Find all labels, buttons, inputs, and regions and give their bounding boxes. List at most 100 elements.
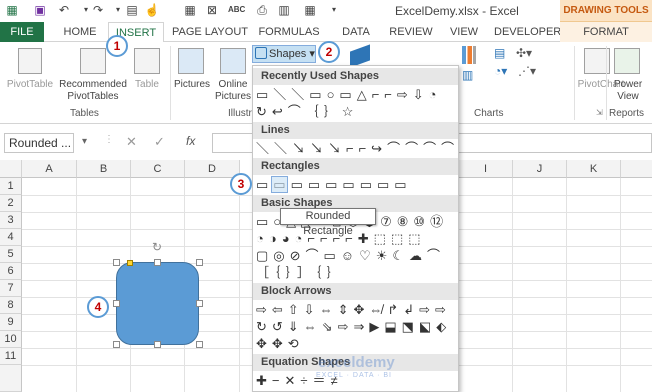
enter-icon[interactable]: ✓ [154, 134, 165, 150]
recommended-pivot-icon [80, 48, 106, 74]
shape-row-arrows-3[interactable]: ✥✥⟲ [256, 336, 456, 352]
print-icon[interactable]: ⎙ [254, 2, 270, 18]
resize-handle[interactable] [113, 259, 120, 266]
tab-file[interactable]: FILE [0, 22, 44, 42]
ribbon-tab-bar: FILE HOME INSERT PAGE LAYOUT FORMULAS DA… [0, 22, 652, 43]
section-recently-used-shapes: Recently Used Shapes [253, 68, 458, 85]
excel-icon[interactable]: ⊠ [204, 2, 220, 18]
bar-chart-icon[interactable]: ▤ [494, 46, 508, 60]
pie-chart-icon[interactable]: ◔▾ [494, 64, 507, 78]
tab-home[interactable]: HOME [58, 22, 102, 42]
tab-data[interactable]: DATA [336, 22, 376, 42]
resize-handle[interactable] [154, 259, 161, 266]
shapes-button-label: Shapes [269, 48, 307, 60]
scatter-chart-icon[interactable]: ✣▾ [516, 46, 532, 60]
gridline [620, 178, 621, 392]
column-header-a[interactable]: A [22, 160, 77, 178]
title-bar: ▦ ▣ ↶ ▾ ↷ ▾ ▤ ☝ ▦ ⊠ ABC ⎙ ▥ ▦ ▾ ExcelDem… [0, 0, 652, 22]
rounded-rectangle-shape[interactable] [116, 262, 199, 345]
charts-dialog-launcher-icon[interactable]: ⇲ [596, 108, 603, 117]
area-chart-icon[interactable]: ▥ [462, 68, 473, 82]
gridline [239, 178, 240, 392]
adjustment-handle[interactable] [127, 260, 133, 266]
drawing-tools-context-label: DRAWING TOOLS [560, 0, 652, 22]
resize-handle[interactable] [196, 341, 203, 348]
shape-row-arrows-2[interactable]: ↻↺⇓⇔⇘⇨⇒▶⬓⬔⬕⬖ [256, 319, 456, 335]
column-header-i[interactable]: I [459, 160, 513, 178]
row-header-3[interactable]: 3 [0, 212, 22, 229]
step-badge-1: 1 [106, 35, 128, 57]
power-view-button[interactable]: Power View [608, 79, 648, 103]
column-header-d[interactable]: D [185, 160, 240, 178]
row-header-8[interactable]: 8 [0, 297, 22, 314]
column-chart-icon[interactable] [462, 46, 476, 64]
row-header-7[interactable]: 7 [0, 280, 22, 297]
row-header-5[interactable]: 5 [0, 246, 22, 263]
line-chart-icon[interactable]: ⋰▾ [518, 64, 536, 78]
column-header-j[interactable]: J [513, 160, 567, 178]
column-header-c[interactable]: C [131, 160, 185, 178]
group-label-illustrations: Illustr [228, 108, 252, 119]
save-icon[interactable]: ▣ [32, 2, 48, 18]
shape-row-recent-1[interactable]: ▭＼＼▭○▭△⌐⌐⇨⇩◔ [256, 87, 456, 103]
tab-review[interactable]: REVIEW [386, 22, 436, 42]
tab-view[interactable]: VIEW [446, 22, 482, 42]
ribbon-divider [606, 46, 607, 120]
cancel-icon[interactable]: ✕ [126, 134, 137, 150]
open-icon[interactable]: ▥ [276, 2, 292, 18]
spelling-icon[interactable]: ABC [228, 2, 245, 18]
recommended-pivot-tables-button[interactable]: Recommended PivotTables [56, 79, 130, 103]
name-box[interactable]: Rounded ... [4, 133, 74, 153]
section-block-arrows: Block Arrows [253, 283, 458, 300]
resize-handle[interactable] [113, 341, 120, 348]
camera-icon[interactable]: ▤ [124, 2, 140, 18]
pivot-table-button[interactable]: PivotTable [4, 79, 56, 91]
shape-row-lines[interactable]: ＼＼↘↘↘⌐⌐↪⌒⌒⌒⌒ [256, 141, 456, 157]
row-header-11[interactable]: 11 [0, 348, 22, 365]
row-header-10[interactable]: 10 [0, 331, 22, 348]
tab-developer[interactable]: DEVELOPER [494, 22, 561, 42]
column-header-b[interactable]: B [77, 160, 131, 178]
select-all-corner[interactable] [0, 160, 22, 178]
column-header-l[interactable] [621, 160, 652, 178]
group-label-charts: Charts [474, 108, 504, 119]
shape-row-basic-2[interactable]: ◔◑◕◔⌐⌐⌐⌐✚⬚⬚⬚ [256, 231, 456, 247]
copy-icon[interactable]: ▦ [182, 2, 198, 18]
calculator-icon[interactable]: ▦ [302, 2, 318, 18]
resize-handle[interactable] [154, 341, 161, 348]
online-pictures-button[interactable]: Online Pictures [214, 79, 252, 103]
row-header-6[interactable]: 6 [0, 263, 22, 280]
tab-format[interactable]: FORMAT [560, 22, 652, 42]
row-header-2[interactable]: 2 [0, 195, 22, 212]
touch-mode-icon[interactable]: ☝ [144, 2, 160, 18]
undo-icon[interactable]: ↶ [56, 2, 72, 18]
excel-logo-icon: ▦ [6, 3, 18, 17]
section-lines: Lines [253, 122, 458, 139]
row-header-4[interactable]: 4 [0, 229, 22, 246]
shape-row-basic-4[interactable]: ［｛｝］｛｝ [256, 265, 456, 281]
table-icon [134, 48, 160, 74]
resize-handle[interactable] [196, 300, 203, 307]
exceldemy-watermark-tagline: EXCEL · DATA · BI [316, 372, 392, 379]
tooltip-rounded-rectangle: Rounded Rectangle [280, 208, 376, 237]
name-box-dropdown-icon[interactable]: ▾ [82, 136, 87, 147]
shape-row-basic-3[interactable]: ▢◎⊘⌒▭☺♡☀☾☁⌒ [256, 248, 456, 264]
formula-bar-grip-icon: ⋮ [104, 134, 114, 145]
customize-qat-icon[interactable]: ▾ [326, 2, 342, 18]
insert-function-icon[interactable]: fx [186, 134, 195, 148]
tab-page-layout[interactable]: PAGE LAYOUT [170, 22, 250, 42]
shape-row-recent-2[interactable]: ↻↩⌒｛｝☆ [256, 104, 456, 120]
row-header-9[interactable]: 9 [0, 314, 22, 331]
resize-handle[interactable] [196, 259, 203, 266]
resize-handle[interactable] [113, 300, 120, 307]
column-header-k[interactable]: K [567, 160, 621, 178]
rotation-handle-icon[interactable]: ↻ [152, 240, 162, 254]
redo-icon[interactable]: ↷ [90, 2, 106, 18]
rounded-rectangle-option[interactable] [271, 176, 288, 193]
row-header-1[interactable]: 1 [0, 178, 22, 195]
row-header-12[interactable] [0, 365, 22, 392]
table-button[interactable]: Table [128, 79, 166, 91]
tab-formulas[interactable]: FORMULAS [256, 22, 322, 42]
shape-row-arrows-1[interactable]: ⇨⇦⇧⇩⇔⇕✥⇎↱↲⇨⇨ [256, 302, 456, 318]
pictures-button[interactable]: Pictures [172, 79, 212, 91]
